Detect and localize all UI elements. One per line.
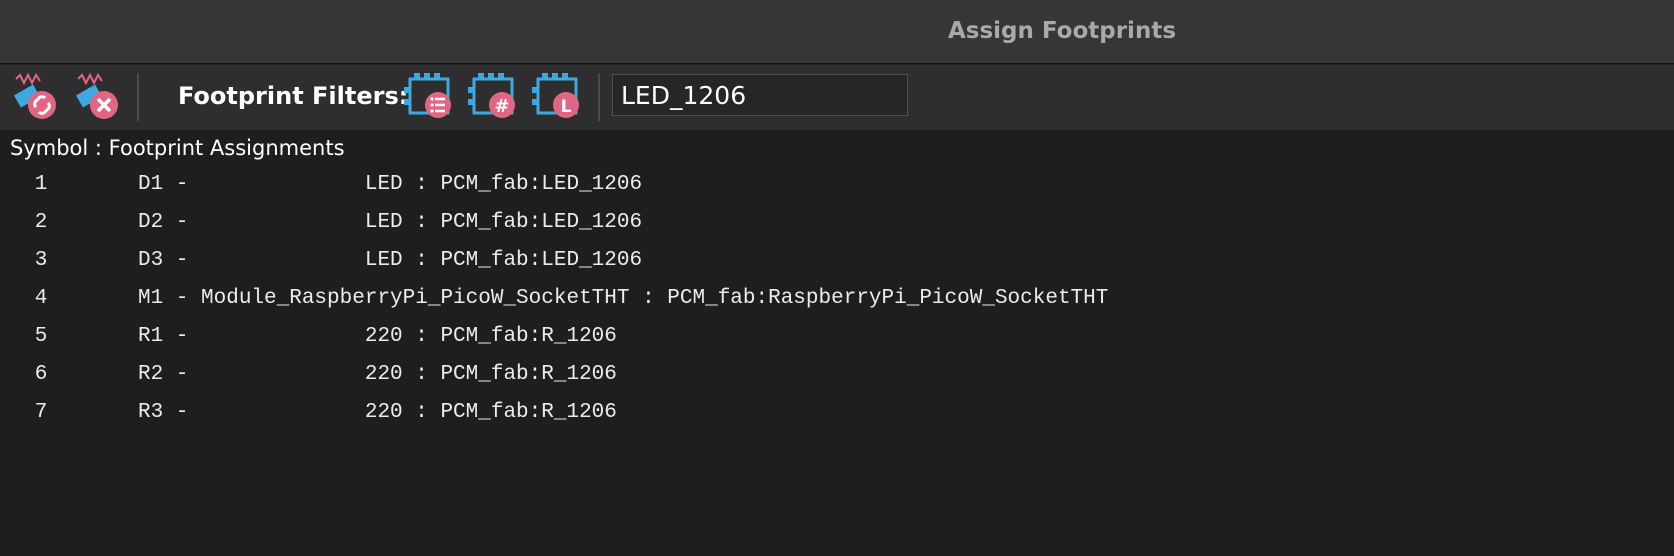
assignment-text: D2 - LED : PCM_fab:LED_1206 (138, 211, 643, 234)
list-item[interactable]: 5 R1 - 220 : PCM_fab:R_1206 (0, 320, 1674, 358)
filter-library-icon[interactable]: L (532, 71, 584, 123)
list-item[interactable]: 3 D3 - LED : PCM_fab:LED_1206 (0, 244, 1674, 282)
assignments-header: Symbol : Footprint Assignments (10, 136, 345, 160)
associate-footprint-icon[interactable] (10, 71, 62, 123)
row-number: 2 (34, 211, 48, 234)
list-item[interactable]: 6 R2 - 220 : PCM_fab:R_1206 (0, 358, 1674, 396)
assignments-panel: Symbol : Footprint Assignments 1 D1 - LE… (0, 132, 1674, 556)
footprint-filters-label: Footprint Filters: (178, 82, 409, 110)
assignment-text: R1 - 220 : PCM_fab:R_1206 (138, 325, 617, 348)
list-item[interactable]: 4 M1 - Module_RaspberryPi_PicoW_SocketTH… (0, 282, 1674, 320)
assignments-list[interactable]: 1 D1 - LED : PCM_fab:LED_1206 2 D2 - LED… (0, 168, 1674, 434)
toolbar-separator (137, 73, 139, 121)
row-number: 6 (34, 363, 48, 386)
footprint-filter-input[interactable] (612, 74, 908, 116)
toolbar-separator (598, 73, 600, 121)
row-number: 7 (34, 401, 48, 424)
assignment-text: D1 - LED : PCM_fab:LED_1206 (138, 173, 643, 196)
row-number: 5 (34, 325, 48, 348)
row-number: 4 (34, 287, 48, 310)
svg-text:#: # (494, 96, 509, 117)
toolbar: Footprint Filters: # L (0, 65, 1674, 131)
title-bar: Assign Footprints (0, 0, 1674, 64)
filter-keywords-icon[interactable] (404, 71, 456, 123)
list-item[interactable]: 2 D2 - LED : PCM_fab:LED_1206 (0, 206, 1674, 244)
list-item[interactable]: 1 D1 - LED : PCM_fab:LED_1206 (0, 168, 1674, 206)
row-number: 3 (34, 249, 48, 272)
assignment-text: R2 - 220 : PCM_fab:R_1206 (138, 363, 617, 386)
window-title: Assign Footprints (947, 18, 1177, 44)
assignment-text: D3 - LED : PCM_fab:LED_1206 (138, 249, 643, 272)
assignment-text: M1 - Module_RaspberryPi_PicoW_SocketTHT … (138, 287, 1109, 310)
filter-pin-count-icon[interactable]: # (468, 71, 520, 123)
delete-association-icon[interactable] (72, 71, 124, 123)
list-item[interactable]: 7 R3 - 220 : PCM_fab:R_1206 (0, 396, 1674, 434)
svg-text:L: L (561, 97, 572, 117)
assignment-text: R3 - 220 : PCM_fab:R_1206 (138, 401, 617, 424)
row-number: 1 (34, 173, 48, 196)
